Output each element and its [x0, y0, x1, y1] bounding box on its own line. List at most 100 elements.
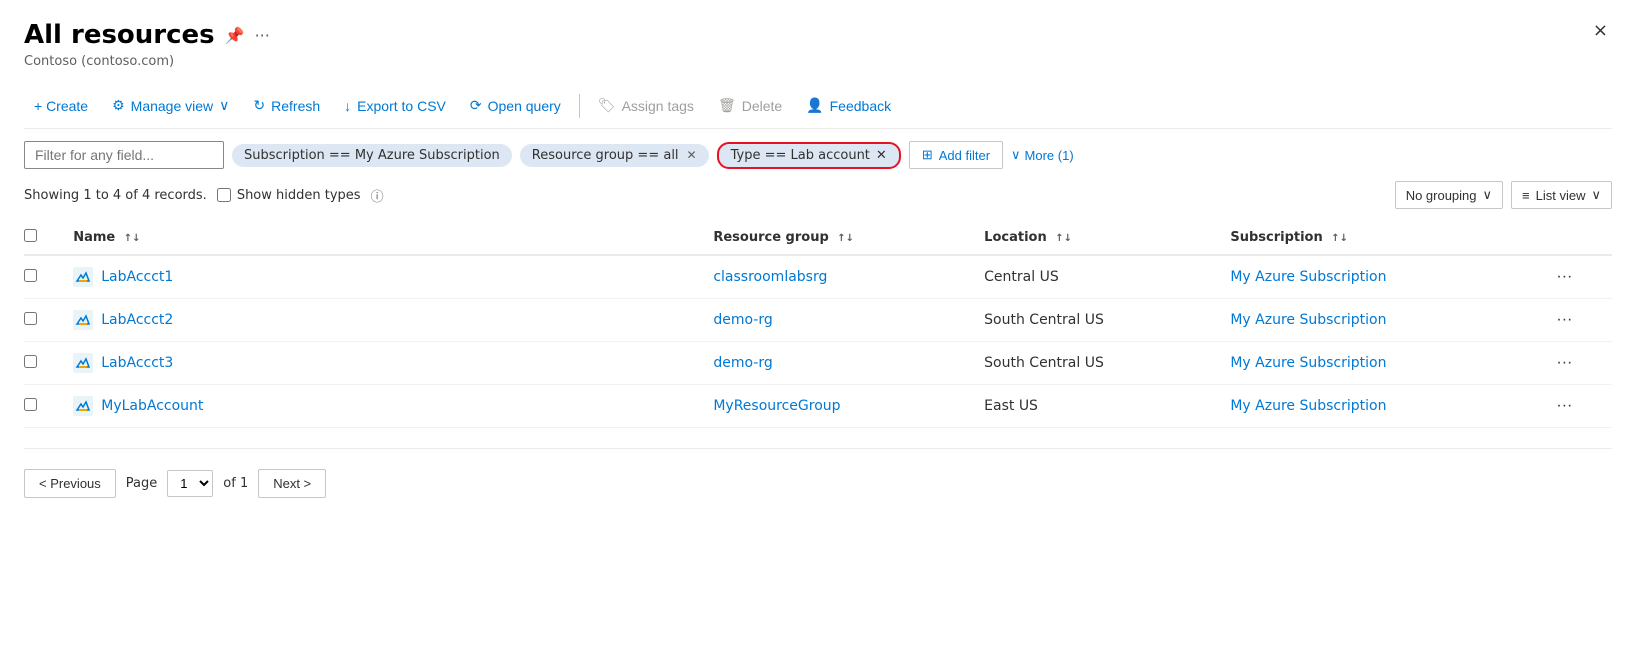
- info-icon[interactable]: ⓘ: [371, 186, 384, 205]
- rg-link[interactable]: demo-rg: [713, 355, 772, 371]
- row-ellipsis-button[interactable]: ···: [1550, 352, 1578, 374]
- subscription-column-header[interactable]: Subscription ↑↓: [1230, 221, 1550, 255]
- create-button[interactable]: + Create: [24, 92, 98, 120]
- row-1-rg-cell: demo-rg: [713, 299, 984, 342]
- resources-table: Name ↑↓ Resource group ↑↓ Location ↑↓ Su…: [24, 221, 1612, 428]
- rg-sort-icon[interactable]: ↑↓: [837, 233, 854, 244]
- select-all-header[interactable]: [24, 221, 73, 255]
- row-0-name-cell: LabAccct1: [73, 255, 713, 299]
- rg-link[interactable]: MyResourceGroup: [713, 398, 840, 414]
- row-0-rg-cell: classroomlabsrg: [713, 255, 984, 299]
- resource-group-chip-close[interactable]: ✕: [687, 148, 697, 162]
- row-2-actions-cell: ···: [1550, 342, 1612, 385]
- name-sort-icon[interactable]: ↑↓: [124, 233, 141, 244]
- row-2-name-cell: LabAccct3: [73, 342, 713, 385]
- more-header-icon[interactable]: ···: [255, 26, 270, 45]
- row-0-location-cell: Central US: [984, 255, 1230, 299]
- view-dropdown[interactable]: ≡ List view ∨: [1511, 181, 1612, 209]
- row-1-location-cell: South Central US: [984, 299, 1230, 342]
- tag-icon: 🏷: [598, 97, 616, 114]
- subtitle: Contoso (contoso.com): [24, 54, 1612, 69]
- delete-button[interactable]: 🗑 Delete: [708, 91, 792, 120]
- export-button[interactable]: ↓ Export to CSV: [334, 92, 456, 120]
- assign-tags-button[interactable]: 🏷 Assign tags: [588, 91, 704, 120]
- resource-group-filter-chip[interactable]: Resource group == all ✕: [520, 144, 709, 167]
- row-2-checkbox[interactable]: [24, 355, 37, 368]
- manage-view-button[interactable]: ⚙ Manage view ∨: [102, 91, 239, 120]
- row-2-subscription-cell: My Azure Subscription: [1230, 342, 1550, 385]
- page-select[interactable]: 1: [167, 470, 213, 497]
- sub-sort-icon[interactable]: ↑↓: [1331, 233, 1348, 244]
- query-icon: ⟳: [470, 97, 482, 114]
- filter-icon: ⊞: [922, 147, 933, 163]
- refresh-button[interactable]: ↻ Refresh: [243, 91, 330, 120]
- grouping-dropdown[interactable]: No grouping ∨: [1395, 181, 1503, 209]
- resource-name-link[interactable]: MyLabAccount: [101, 398, 203, 414]
- show-hidden-types-checkbox[interactable]: [217, 188, 231, 202]
- row-2-location-cell: South Central US: [984, 342, 1230, 385]
- subscription-link[interactable]: My Azure Subscription: [1230, 398, 1386, 414]
- row-3-actions-cell: ···: [1550, 385, 1612, 428]
- row-1-checkbox-cell: [24, 299, 73, 342]
- name-column-header[interactable]: Name ↑↓: [73, 221, 713, 255]
- row-ellipsis-button[interactable]: ···: [1550, 395, 1578, 417]
- lab-account-icon: [73, 353, 93, 373]
- row-3-checkbox[interactable]: [24, 398, 37, 411]
- type-chip-close[interactable]: ✕: [876, 148, 887, 163]
- feedback-button[interactable]: 👤 Feedback: [796, 91, 901, 120]
- subscription-link[interactable]: My Azure Subscription: [1230, 269, 1386, 285]
- row-3-checkbox-cell: [24, 385, 73, 428]
- page-label: Page: [126, 476, 157, 491]
- row-0-checkbox-cell: [24, 255, 73, 299]
- select-all-checkbox[interactable]: [24, 229, 37, 242]
- resource-name-link[interactable]: LabAccct3: [101, 355, 173, 371]
- gear-icon: ⚙: [112, 97, 125, 114]
- toolbar: + Create ⚙ Manage view ∨ ↻ Refresh ↓ Exp…: [24, 83, 1612, 129]
- rg-link[interactable]: demo-rg: [713, 312, 772, 328]
- subscription-link[interactable]: My Azure Subscription: [1230, 355, 1386, 371]
- chevron-down-icon: ∨: [219, 97, 229, 114]
- feedback-icon: 👤: [806, 97, 823, 114]
- table-row: MyLabAccount MyResourceGroup East USMy Az…: [24, 385, 1612, 428]
- actions-column-header: [1550, 221, 1612, 255]
- subscription-link[interactable]: My Azure Subscription: [1230, 312, 1386, 328]
- rg-link[interactable]: classroomlabsrg: [713, 269, 827, 285]
- row-0-actions-cell: ···: [1550, 255, 1612, 299]
- loc-sort-icon[interactable]: ↑↓: [1055, 233, 1072, 244]
- close-button[interactable]: ×: [1593, 20, 1608, 41]
- chevron-down-icon: ∨: [1011, 147, 1021, 163]
- row-3-name-cell: MyLabAccount: [73, 385, 713, 428]
- record-count: Showing 1 to 4 of 4 records.: [24, 188, 207, 203]
- resource-group-column-header[interactable]: Resource group ↑↓: [713, 221, 984, 255]
- more-filter-button[interactable]: ∨ More (1): [1011, 147, 1074, 163]
- results-row: Showing 1 to 4 of 4 records. Show hidden…: [24, 181, 1612, 209]
- refresh-icon: ↻: [253, 97, 265, 114]
- resource-name-link[interactable]: LabAccct1: [101, 269, 173, 285]
- download-icon: ↓: [344, 98, 351, 114]
- row-1-checkbox[interactable]: [24, 312, 37, 325]
- resource-name-link[interactable]: LabAccct2: [101, 312, 173, 328]
- next-button[interactable]: Next >: [258, 469, 326, 498]
- subscription-filter-chip[interactable]: Subscription == My Azure Subscription: [232, 144, 512, 167]
- type-filter-chip[interactable]: Type == Lab account ✕: [717, 142, 901, 169]
- lab-account-icon: [73, 310, 93, 330]
- table-row: LabAccct1 classroomlabsrg Central USMy Az…: [24, 255, 1612, 299]
- row-ellipsis-button[interactable]: ···: [1550, 309, 1578, 331]
- row-0-checkbox[interactable]: [24, 269, 37, 282]
- filter-input[interactable]: [24, 141, 224, 169]
- row-2-checkbox-cell: [24, 342, 73, 385]
- pin-icon[interactable]: 📌: [225, 26, 245, 45]
- row-ellipsis-button[interactable]: ···: [1550, 266, 1578, 288]
- previous-button[interactable]: < Previous: [24, 469, 116, 498]
- table-row: LabAccct2 demo-rg South Central USMy Azur…: [24, 299, 1612, 342]
- row-2-rg-cell: demo-rg: [713, 342, 984, 385]
- location-column-header[interactable]: Location ↑↓: [984, 221, 1230, 255]
- total-pages-label: of 1: [223, 476, 248, 491]
- add-filter-button[interactable]: ⊞ Add filter: [909, 141, 1003, 169]
- pagination-row: < Previous Page 1 of 1 Next >: [24, 448, 1612, 514]
- row-3-location-cell: East US: [984, 385, 1230, 428]
- chevron-down-icon: ∨: [1591, 187, 1601, 203]
- open-query-button[interactable]: ⟳ Open query: [460, 91, 571, 120]
- row-3-subscription-cell: My Azure Subscription: [1230, 385, 1550, 428]
- show-hidden-types-label[interactable]: Show hidden types: [217, 188, 361, 203]
